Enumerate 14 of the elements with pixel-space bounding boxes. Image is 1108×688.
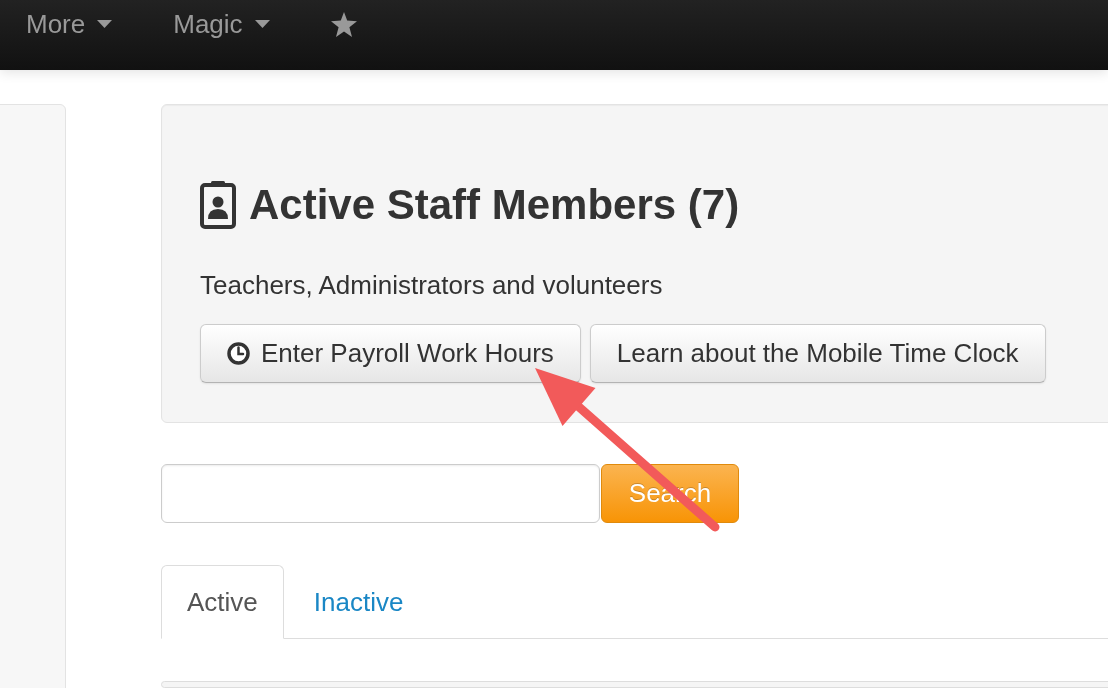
- nav-dropdown[interactable]: More: [26, 4, 113, 44]
- star-icon[interactable]: [330, 11, 357, 37]
- caret-icon: [97, 20, 113, 28]
- time-clock-button[interactable]: Learn about the Mobile Time Clock: [589, 324, 1046, 383]
- id-badge-icon: [200, 181, 236, 229]
- tab[interactable]: Active: [161, 565, 284, 639]
- page-subtitle: Teachers, Administrators and volunteers: [200, 269, 663, 302]
- tab[interactable]: Inactive: [283, 565, 434, 639]
- caret-icon: [254, 20, 270, 28]
- payroll-hours-button[interactable]: Enter Payroll Work Hours: [200, 324, 581, 383]
- page-title: Active Staff Members (7): [249, 180, 740, 230]
- search-field[interactable]: [161, 464, 600, 523]
- clock-icon: [227, 342, 250, 365]
- nav-dropdown[interactable]: Magic: [173, 4, 270, 44]
